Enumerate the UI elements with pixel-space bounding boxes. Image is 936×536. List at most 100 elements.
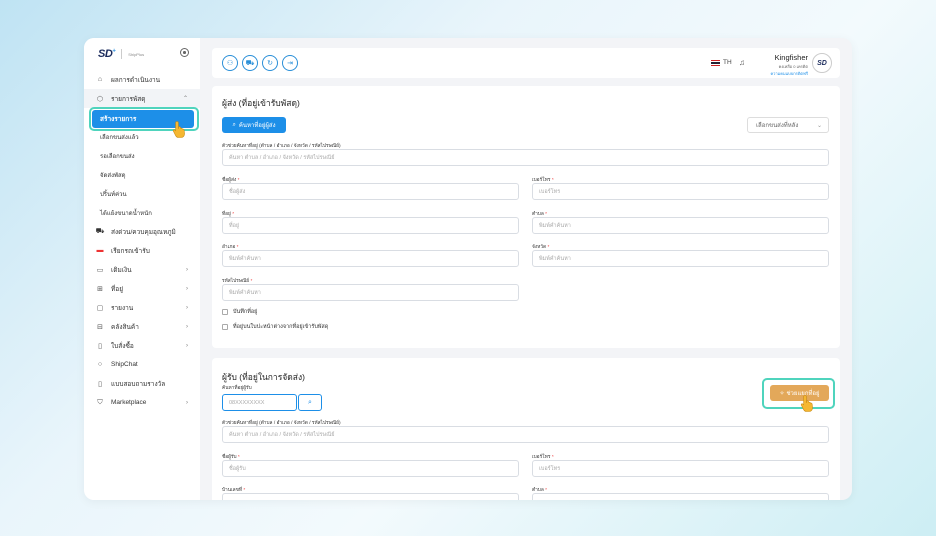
- avatar[interactable]: SD: [812, 53, 832, 73]
- receiver-subdistrict-input[interactable]: [532, 493, 829, 500]
- sidebar-item-pickup[interactable]: ▬ เรียกรถเข้ารับ: [84, 241, 200, 260]
- sidebar-item-address[interactable]: ⊞ ที่อยู่ ›: [84, 279, 200, 298]
- sidebar-item-label: คลังสินค้า: [111, 323, 139, 331]
- delivery-icon[interactable]: ⛟: [242, 55, 258, 71]
- receiver-phone-input[interactable]: เบอร์โทร: [532, 460, 829, 477]
- pointer-hand-icon: [172, 121, 185, 138]
- refresh-icon[interactable]: ↻: [262, 55, 278, 71]
- carrier-select-value: เลือกขนส่งที่หลัง: [756, 123, 799, 129]
- sender-zip-input[interactable]: พิมพ์คำค้นหา: [222, 284, 519, 301]
- warehouse-icon: ⊟: [97, 323, 103, 331]
- sidebar-item-label: Marketplace: [111, 399, 147, 406]
- chevron-up-icon: ⌃: [182, 96, 188, 102]
- checkbox-box: [222, 324, 228, 330]
- sidebar-item-survey[interactable]: ▯ แบบสอบถามรางวัล: [84, 374, 200, 393]
- sidebar-item-label: ShipChat: [111, 361, 138, 368]
- box-icon: ⬡: [96, 95, 104, 103]
- sender-helper-input[interactable]: ค้นหา ตำบล / อำเภอ / จังหวัด / รหัสไปรษณ…: [222, 149, 829, 166]
- sidebar-item-label: รายงาน: [111, 304, 134, 312]
- chevron-right-icon: ›: [186, 304, 188, 311]
- sidebar-item-parcels[interactable]: ⬡ รายการพัสดุ ⌃: [84, 89, 200, 108]
- chevron-right-icon: ›: [186, 342, 188, 349]
- search-icon: ⌕: [232, 121, 236, 128]
- receiver-title: ผู้รับ (ที่อยู่ในการจัดส่ง): [222, 372, 305, 382]
- receiver-search-button[interactable]: ⌕: [298, 394, 322, 411]
- receiver-card: ผู้รับ (ที่อยู่ในการจัดส่ง) ค้นหาที่อยู่…: [212, 358, 840, 500]
- sidebar-subitem-weight-dispute[interactable]: ได้แย้งขนาดน้ำหนัก: [84, 203, 200, 222]
- sidebar-item-report[interactable]: ▢ รายงาน ›: [84, 298, 200, 317]
- sender-card: ผู้ส่ง (ที่อยู่เข้ารับพัสดุ) ⌕ ค้นหาที่อ…: [212, 86, 840, 348]
- receiver-house-input[interactable]: [222, 493, 519, 500]
- search-sender-label: ค้นหาที่อยู่ผู้ส่ง: [238, 123, 276, 129]
- wallet-icon: ▭: [96, 266, 104, 274]
- sender-title: ผู้ส่ง (ที่อยู่เข้ารับพัสดุ): [222, 98, 300, 108]
- sidebar-item-label: ผลการดำเนินงาน: [111, 76, 161, 84]
- search-icon: ⌕: [308, 398, 312, 406]
- thai-flag-icon[interactable]: [711, 60, 720, 66]
- sender-province-input[interactable]: พิมพ์คำค้นหา: [532, 250, 829, 267]
- sidebar-item-warehouse[interactable]: ⊟ คลังสินค้า ›: [84, 317, 200, 336]
- bell-icon[interactable]: ♫: [739, 58, 745, 67]
- cart-icon: ⛉: [97, 398, 103, 406]
- brand: SD+ ShipPlus: [98, 48, 144, 60]
- sidebar-item-topup[interactable]: ▭ เติมเงิน ›: [84, 260, 200, 279]
- sidebar-item-label: รายการพัสดุ: [111, 95, 146, 103]
- carrier-select[interactable]: เลือกขนส่งที่หลัง ⌄: [747, 117, 829, 133]
- top-bar: ⚇ ⛟ ↻ ⇥ TH ♫ Kingfisher คงเหลือ 0 เครดิต…: [212, 48, 840, 78]
- chevron-right-icon: ›: [186, 266, 188, 273]
- map-icon: ⊞: [97, 285, 103, 293]
- receiver-name-input[interactable]: ชื่อผู้รับ: [222, 460, 519, 477]
- sidebar-subitem-waiting-carrier[interactable]: รอเลือกขนส่ง: [84, 146, 200, 165]
- sidebar-item-label: แบบสอบถามรางวัล: [111, 380, 166, 388]
- truck-icon: ⛟: [95, 228, 105, 235]
- sender-subdistrict-input[interactable]: พิมพ์คำค้นหา: [532, 217, 829, 234]
- pointer-hand-icon: [800, 395, 813, 412]
- magic-icon: ✧: [779, 390, 785, 397]
- home-icon: ⌂: [97, 76, 103, 83]
- user-link[interactable]: ความคมแบบกรดิตฟรี: [752, 70, 808, 77]
- sidebar-item-express[interactable]: ⛟ ส่งด่วน/ควบคุมอุณหภูมิ: [84, 222, 200, 241]
- chat-icon: ○: [97, 361, 103, 368]
- sender-name-input[interactable]: ชื่อผู้ส่ง: [222, 183, 519, 200]
- sidebar: SD+ ShipPlus ⌂ ผลการดำเนินงาน ⬡ รายการพั…: [84, 38, 200, 500]
- brand-subtitle: ShipPlus: [128, 51, 145, 57]
- receiver-helper-input[interactable]: ค้นหา ตำบล / อำเภอ / จังหวัด / รหัสไปรษณ…: [222, 426, 829, 443]
- sidebar-item-label: เรียกรถเข้ารับ: [111, 247, 150, 255]
- sidebar-item-label: ที่อยู่: [111, 285, 123, 293]
- language-switch[interactable]: TH: [723, 59, 732, 66]
- app-window: SD+ ShipPlus ⌂ ผลการดำเนินงาน ⬡ รายการพั…: [84, 38, 852, 500]
- sidebar-subitem-ship-parcel[interactable]: จัดส่งพัสดุ: [84, 165, 200, 184]
- chevron-down-icon: ⌄: [816, 122, 822, 129]
- different-label-address-checkbox[interactable]: ที่อยู่บนใบปะหน้าต่างจากที่อยู่เข้ารับพั…: [222, 323, 328, 331]
- document-icon: ▯: [98, 342, 102, 350]
- chevron-right-icon: ›: [186, 323, 188, 330]
- checkbox-label: ที่อยู่บนใบปะหน้าต่างจากที่อยู่เข้ารับพั…: [233, 324, 329, 330]
- logo[interactable]: SD+: [98, 48, 116, 60]
- quick-actions: ⚇ ⛟ ↻ ⇥: [222, 55, 298, 71]
- receiver-find-label: ค้นหาที่อยู่ผู้รับ: [222, 386, 252, 391]
- save-address-checkbox[interactable]: บันทึกที่อยู่: [222, 308, 257, 316]
- sidebar-item-dashboard[interactable]: ⌂ ผลการดำเนินงาน: [84, 70, 200, 89]
- receiver-phone-search-input[interactable]: 08XXXXXXXX: [222, 394, 297, 411]
- sender-address-input[interactable]: ที่อยู่: [222, 217, 519, 234]
- shop-icon[interactable]: ⚇: [222, 55, 238, 71]
- sidebar-subitem-print[interactable]: ปริ้นท์ค่วน: [84, 184, 200, 203]
- checkbox-label: บันทึกที่อยู่: [233, 309, 258, 315]
- checkbox-box: [222, 309, 228, 315]
- user-info[interactable]: Kingfisher คงเหลือ 0 เครดิต ความคมแบบกรด…: [752, 53, 808, 77]
- sidebar-item-orders[interactable]: ▯ ใบสั่งซื้อ ›: [84, 336, 200, 355]
- chevron-right-icon: ›: [186, 285, 188, 292]
- folder-icon: ▢: [96, 304, 104, 312]
- settings-icon[interactable]: [180, 48, 189, 57]
- sender-district-input[interactable]: พิมพ์คำค้นหา: [222, 250, 519, 267]
- user-name: Kingfisher: [774, 53, 808, 62]
- brand-divider: [121, 49, 123, 59]
- sidebar-group-parcels: ⬡ รายการพัสดุ ⌃: [84, 89, 200, 108]
- sidebar-item-shipchat[interactable]: ○ ShipChat: [84, 355, 200, 374]
- search-sender-button[interactable]: ⌕ ค้นหาที่อยู่ผู้ส่ง: [222, 117, 286, 133]
- export-icon[interactable]: ⇥: [282, 55, 298, 71]
- sidebar-item-marketplace[interactable]: ⛉ Marketplace ›: [84, 393, 200, 412]
- sender-phone-input[interactable]: เบอร์โทร: [532, 183, 829, 200]
- survey-icon: ▯: [98, 380, 102, 388]
- user-credit: คงเหลือ 0 เครดิต: [778, 64, 808, 69]
